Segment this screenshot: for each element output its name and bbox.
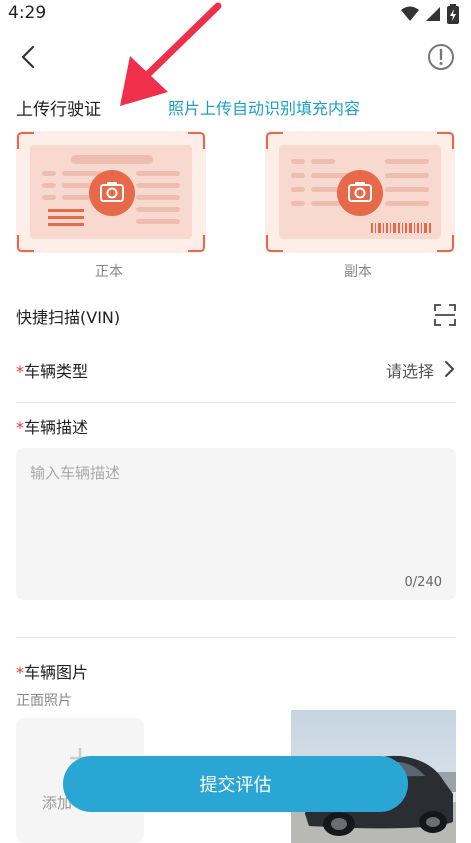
description-header: *车辆描述: [16, 402, 456, 450]
annotation-arrow-icon: [120, 2, 222, 106]
description-counter: 0/240: [404, 575, 442, 590]
divider: [16, 637, 456, 638]
required-mark: *: [16, 418, 24, 437]
license-back-card[interactable]: [265, 131, 455, 253]
license-title: 上传行驶证: [16, 100, 101, 120]
vin-scan-label: 快捷扫描(VIN): [16, 308, 121, 327]
battery-icon: [447, 4, 459, 24]
camera-icon: [89, 170, 135, 216]
description-placeholder: 输入车辆描述: [30, 464, 121, 482]
required-mark: *: [16, 362, 24, 381]
vehicle-type-select[interactable]: 请选择: [386, 358, 434, 382]
vehicle-type-row[interactable]: *车辆类型 请选择: [16, 344, 456, 392]
signal-icon: [426, 7, 440, 21]
vehicle-type-label: 车辆类型: [24, 362, 89, 381]
license-front-card[interactable]: [16, 131, 206, 253]
photos-header: *车辆图片: [16, 645, 456, 693]
description-textarea[interactable]: 输入车辆描述 0/240: [16, 448, 456, 600]
license-back-label: 副本: [344, 264, 372, 280]
required-mark: *: [16, 663, 24, 682]
chevron-right-icon: [445, 361, 454, 377]
description-label: 车辆描述: [24, 418, 89, 437]
scan-icon[interactable]: [434, 304, 456, 326]
nav-bar: [0, 36, 471, 80]
camera-icon: [337, 170, 383, 216]
status-bar: 4:29: [0, 0, 471, 28]
license-front-label: 正本: [95, 264, 123, 280]
front-photo-label: 正面照片: [16, 693, 72, 709]
vin-scan-row[interactable]: 快捷扫描(VIN): [16, 290, 456, 338]
back-icon[interactable]: [14, 42, 44, 72]
photos-label: 车辆图片: [24, 663, 89, 682]
info-icon[interactable]: [427, 43, 455, 71]
license-section-header: 上传行驶证 照片上传自动识别填充内容: [16, 93, 456, 120]
status-time: 4:29: [8, 3, 47, 23]
submit-evaluation-button[interactable]: 提交评估: [63, 756, 408, 812]
wifi-icon: [401, 6, 419, 21]
